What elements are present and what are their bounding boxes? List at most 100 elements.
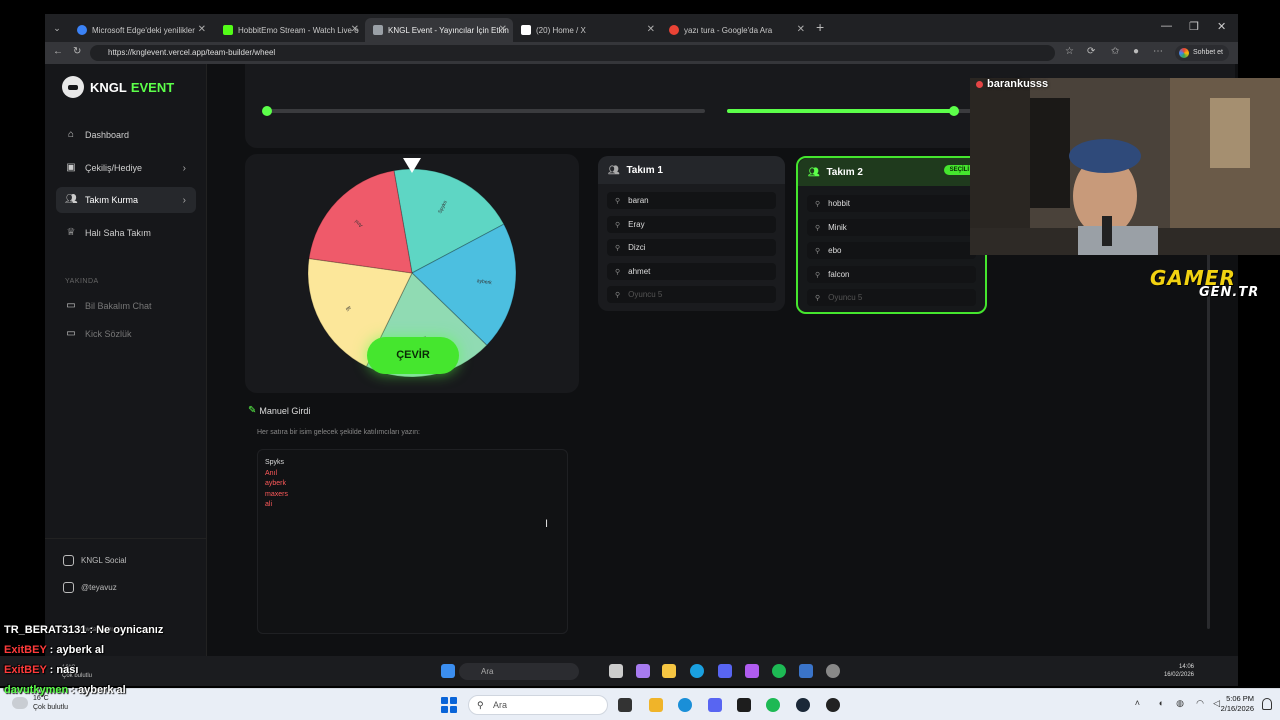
participants-textarea[interactable]: Spyks Anıl ayberk maxers ali bbox=[257, 449, 568, 634]
team-member[interactable]: ⚲ Dizci bbox=[607, 239, 776, 256]
member-name: ahmet bbox=[628, 267, 651, 276]
slider-knob-1[interactable] bbox=[262, 106, 272, 116]
x-icon bbox=[521, 25, 531, 35]
new-tab-icon[interactable]: + bbox=[816, 20, 824, 34]
team-member[interactable]: ⚲ ahmet bbox=[607, 263, 776, 280]
close-tab-icon[interactable]: ✕ bbox=[499, 24, 507, 35]
sidebar-footer: KNGL Social @teyavuz www.tahaemreyavuz.c… bbox=[45, 538, 207, 656]
tab-title: yazı tura - Google'da Ara bbox=[684, 25, 773, 35]
settings-icon[interactable] bbox=[826, 664, 840, 678]
task-view-icon[interactable] bbox=[609, 664, 623, 678]
favorites-icon[interactable]: ✩ bbox=[1111, 46, 1119, 57]
clock[interactable]: 5:06 PM 2/16/2026 bbox=[1221, 694, 1254, 714]
extensions-icon[interactable]: ⟳ bbox=[1087, 46, 1095, 57]
copilot-chat-button[interactable]: Sohbet et bbox=[1175, 45, 1229, 61]
search-icon: ⚲ bbox=[477, 700, 484, 710]
social-link-kngl[interactable]: KNGL Social bbox=[63, 555, 127, 566]
team-member[interactable]: ⚲ baran bbox=[607, 192, 776, 209]
team-member[interactable]: ⚲ Minik bbox=[807, 219, 976, 236]
chevron-right-icon: › bbox=[182, 162, 186, 174]
tab-kick-stream[interactable]: HobbitEmo Stream - Watch Live o ✕ bbox=[215, 18, 365, 42]
team-member[interactable]: ⚲ Eray bbox=[607, 216, 776, 233]
sidebar-item-football-team[interactable]: ♕ Halı Saha Takım bbox=[56, 220, 196, 246]
team-member[interactable]: ⚲ hobbit bbox=[807, 195, 976, 212]
sidebar-item-dashboard[interactable]: ⌂ Dashboard bbox=[56, 122, 196, 148]
windows-start-icon[interactable] bbox=[441, 664, 455, 678]
spin-button[interactable]: ÇEVİR bbox=[367, 337, 459, 374]
team-member[interactable]: ⚲ falcon bbox=[807, 266, 976, 283]
tray-app-icon[interactable]: ◐ bbox=[1159, 698, 1164, 708]
team-header: 👥︎ Takım 1 bbox=[598, 156, 785, 184]
user-icon: ⚲ bbox=[815, 200, 821, 208]
sidebar-item-label: Takım Kurma bbox=[85, 195, 139, 205]
steam-icon[interactable] bbox=[799, 664, 813, 678]
tab-actions-icon[interactable]: ⌄ bbox=[49, 20, 65, 36]
close-tab-icon[interactable]: ✕ bbox=[797, 24, 805, 35]
chat-text: nası bbox=[56, 664, 79, 676]
team-name: Takım 1 bbox=[626, 164, 663, 176]
spotify-icon[interactable] bbox=[766, 698, 780, 712]
file-explorer-icon[interactable] bbox=[649, 698, 663, 712]
slider-knob-2[interactable] bbox=[948, 106, 959, 116]
chat-message: ExitBEY : ayberk al bbox=[4, 644, 105, 656]
close-tab-icon[interactable]: ✕ bbox=[351, 24, 359, 35]
profile-icon[interactable]: ● bbox=[1133, 46, 1139, 57]
maximize-icon[interactable]: ❐ bbox=[1189, 20, 1199, 33]
team-member-empty[interactable]: ⚲ Oyuncu 5 bbox=[607, 286, 776, 303]
file-explorer-icon[interactable] bbox=[662, 664, 676, 678]
user-icon: ⚲ bbox=[615, 197, 621, 205]
favorite-star-icon[interactable]: ☆ bbox=[1065, 46, 1074, 57]
discord-icon[interactable] bbox=[708, 698, 722, 712]
taskbar-search[interactable]: ⚲ Ara bbox=[468, 695, 608, 715]
copilot-icon[interactable] bbox=[636, 664, 650, 678]
captured-search-box[interactable]: Ara bbox=[459, 663, 579, 680]
streamer-name: barankusss bbox=[976, 78, 1048, 90]
team-card-2[interactable]: 👥︎ Takım 2 SEÇİLİ ⚲ hobbit ⚲ Minik ⚲ ebo ⚲ f… bbox=[796, 156, 987, 314]
close-window-icon[interactable]: ✕ bbox=[1217, 20, 1226, 33]
member-placeholder: Oyuncu 5 bbox=[628, 290, 663, 299]
task-view-icon[interactable] bbox=[618, 698, 632, 712]
close-tab-icon[interactable]: ✕ bbox=[198, 24, 206, 35]
steam-icon[interactable] bbox=[796, 698, 810, 712]
tray-app-icon[interactable]: ◍ bbox=[1176, 698, 1184, 709]
tab-kngl-event[interactable]: KNGL Event - Yayıncılar İçin Etkin ✕ bbox=[365, 18, 513, 42]
windows-start-icon[interactable] bbox=[441, 697, 457, 713]
app-icon[interactable] bbox=[737, 698, 751, 712]
menu-dots-icon[interactable]: ⋯ bbox=[1153, 46, 1163, 57]
tab-bar: ⌄ Microsoft Edge'deki yenilikler ✕ Hobbi… bbox=[45, 14, 1238, 42]
chat-text: ayberk al bbox=[56, 644, 105, 656]
weather-widget[interactable]: 16°C Çok bulutlu bbox=[12, 694, 68, 712]
reload-icon[interactable]: ↻ bbox=[73, 46, 81, 57]
edge-icon[interactable] bbox=[678, 698, 692, 712]
back-icon[interactable]: ← bbox=[53, 46, 63, 57]
wifi-icon[interactable]: ◠ bbox=[1196, 698, 1204, 709]
notification-bell-icon[interactable] bbox=[1262, 698, 1272, 710]
user-icon: ⚲ bbox=[615, 268, 621, 276]
team-member-empty[interactable]: ⚲ Oyuncu 5 bbox=[807, 289, 976, 306]
spotify-icon[interactable] bbox=[772, 664, 786, 678]
url-field[interactable]: https://knglevent.vercel.app/team-builde… bbox=[90, 45, 1055, 61]
discord-icon[interactable] bbox=[718, 664, 732, 678]
minimize-icon[interactable]: — bbox=[1161, 20, 1172, 32]
social-link-teyavuz[interactable]: @teyavuz bbox=[63, 582, 117, 593]
close-tab-icon[interactable]: ✕ bbox=[647, 24, 655, 35]
team-card-1[interactable]: 👥︎ Takım 1 ⚲ baran ⚲ Eray ⚲ Dizci ⚲ ahmet ⚲ O… bbox=[598, 156, 785, 311]
tab-google-search[interactable]: yazı tura - Google'da Ara ✕ bbox=[661, 18, 811, 42]
edge-icon[interactable] bbox=[690, 664, 704, 678]
webcam-image bbox=[970, 78, 1280, 255]
tray-overflow-icon[interactable]: ˄ bbox=[1135, 698, 1140, 708]
streamer-name-text: barankusss bbox=[987, 78, 1049, 90]
slider-track-1[interactable] bbox=[267, 109, 705, 113]
sidebar-item-giveaway[interactable]: ▣ Çekiliş/Hediye › bbox=[56, 155, 196, 181]
app-icon[interactable] bbox=[745, 664, 759, 678]
book-icon: ▭ bbox=[66, 328, 76, 339]
volume-icon[interactable]: ◁ bbox=[1213, 698, 1220, 709]
obs-icon[interactable] bbox=[826, 698, 840, 712]
app-logo[interactable]: KNGL EVENT bbox=[62, 76, 174, 98]
slider-fill-2 bbox=[727, 109, 954, 113]
tab-edge-news[interactable]: Microsoft Edge'deki yenilikler ✕ bbox=[69, 18, 212, 42]
team-member[interactable]: ⚲ ebo bbox=[807, 242, 976, 259]
tab-x-home[interactable]: (20) Home / X ✕ bbox=[513, 18, 661, 42]
address-bar: ← ↻ https://knglevent.vercel.app/team-bu… bbox=[45, 42, 1238, 64]
sidebar-item-team-builder[interactable]: 👥︎ Takım Kurma › bbox=[56, 187, 196, 213]
